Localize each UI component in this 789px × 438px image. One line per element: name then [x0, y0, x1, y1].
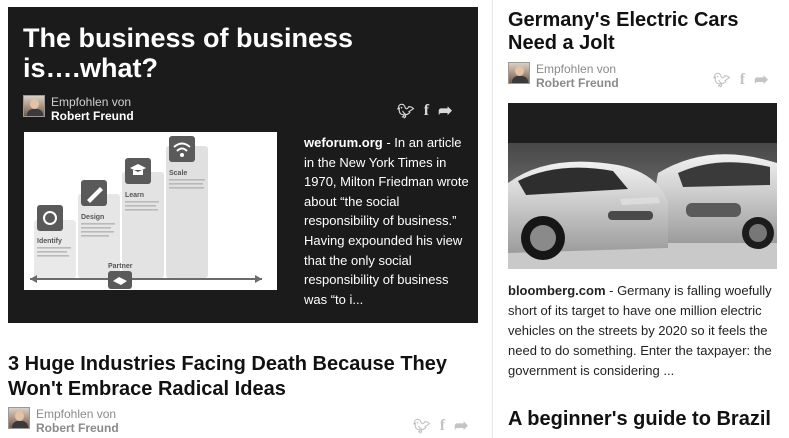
recommended-label: Empfohlen von	[536, 62, 617, 76]
article-excerpt: bloomberg.com - Germany is falling woefu…	[508, 281, 780, 381]
recommender-name[interactable]: Robert Freund	[36, 421, 119, 435]
facebook-f-icon[interactable]: f	[424, 103, 429, 119]
recommended-label: Empfohlen von	[36, 407, 117, 421]
avatar[interactable]	[23, 95, 45, 117]
recommended-by: Empfohlen von Robert Freund	[508, 62, 619, 90]
facebook-f-icon[interactable]: f	[740, 72, 745, 88]
article-title[interactable]: Germany's Electric Cars Need a Jolt	[508, 9, 778, 55]
article-thumbnail-diagram[interactable]: Identify Design Learn Scale Partner	[24, 132, 277, 290]
article-source-link[interactable]: bloomberg.com	[508, 283, 606, 298]
stage-label: Identify	[37, 238, 62, 245]
share-arrow-icon[interactable]: ➦	[754, 71, 768, 88]
share-arrow-icon[interactable]: ➦	[438, 102, 452, 119]
featured-article-excerpt: weforum.org - In an article in the New Y…	[304, 133, 474, 309]
featured-article-card[interactable]: The business of business is….what? Empfo…	[8, 7, 478, 323]
article-thumbnail-photo[interactable]	[508, 103, 777, 269]
recommended-by: Empfohlen von Robert Freund	[23, 95, 134, 123]
partner-label: Partner	[108, 263, 133, 270]
share-actions: 🐦︎ f ➦	[713, 71, 768, 88]
article-title[interactable]: 3 Huge Industries Facing Death Because T…	[8, 352, 478, 402]
stage-label: Design	[81, 214, 104, 221]
facebook-f-icon[interactable]: f	[440, 418, 445, 434]
recommender-name[interactable]: Robert Freund	[51, 109, 134, 123]
stage-label: Learn	[125, 192, 144, 199]
avatar[interactable]	[508, 62, 530, 84]
featured-article-title[interactable]: The business of business is….what?	[23, 23, 443, 83]
twitter-bird-icon[interactable]: 🐦︎	[397, 103, 415, 119]
share-actions: 🐦︎ f ➦	[413, 417, 468, 434]
stage-label: Scale	[169, 170, 187, 177]
share-actions: 🐦︎ f ➦	[397, 102, 452, 119]
column-divider	[492, 0, 493, 438]
share-arrow-icon[interactable]: ➦	[454, 417, 468, 434]
article-excerpt-text: - In an article in the New York Times in…	[304, 135, 469, 307]
twitter-bird-icon[interactable]: 🐦︎	[713, 72, 731, 88]
article-source-link[interactable]: weforum.org	[304, 135, 383, 150]
recommender-name[interactable]: Robert Freund	[536, 76, 619, 90]
recommended-label: Empfohlen von	[51, 95, 132, 109]
avatar[interactable]	[8, 407, 30, 429]
recommended-by: Empfohlen von Robert Freund	[8, 407, 119, 435]
twitter-bird-icon[interactable]: 🐦︎	[413, 418, 431, 434]
article-title[interactable]: A beginner's guide to Brazil	[508, 408, 778, 431]
